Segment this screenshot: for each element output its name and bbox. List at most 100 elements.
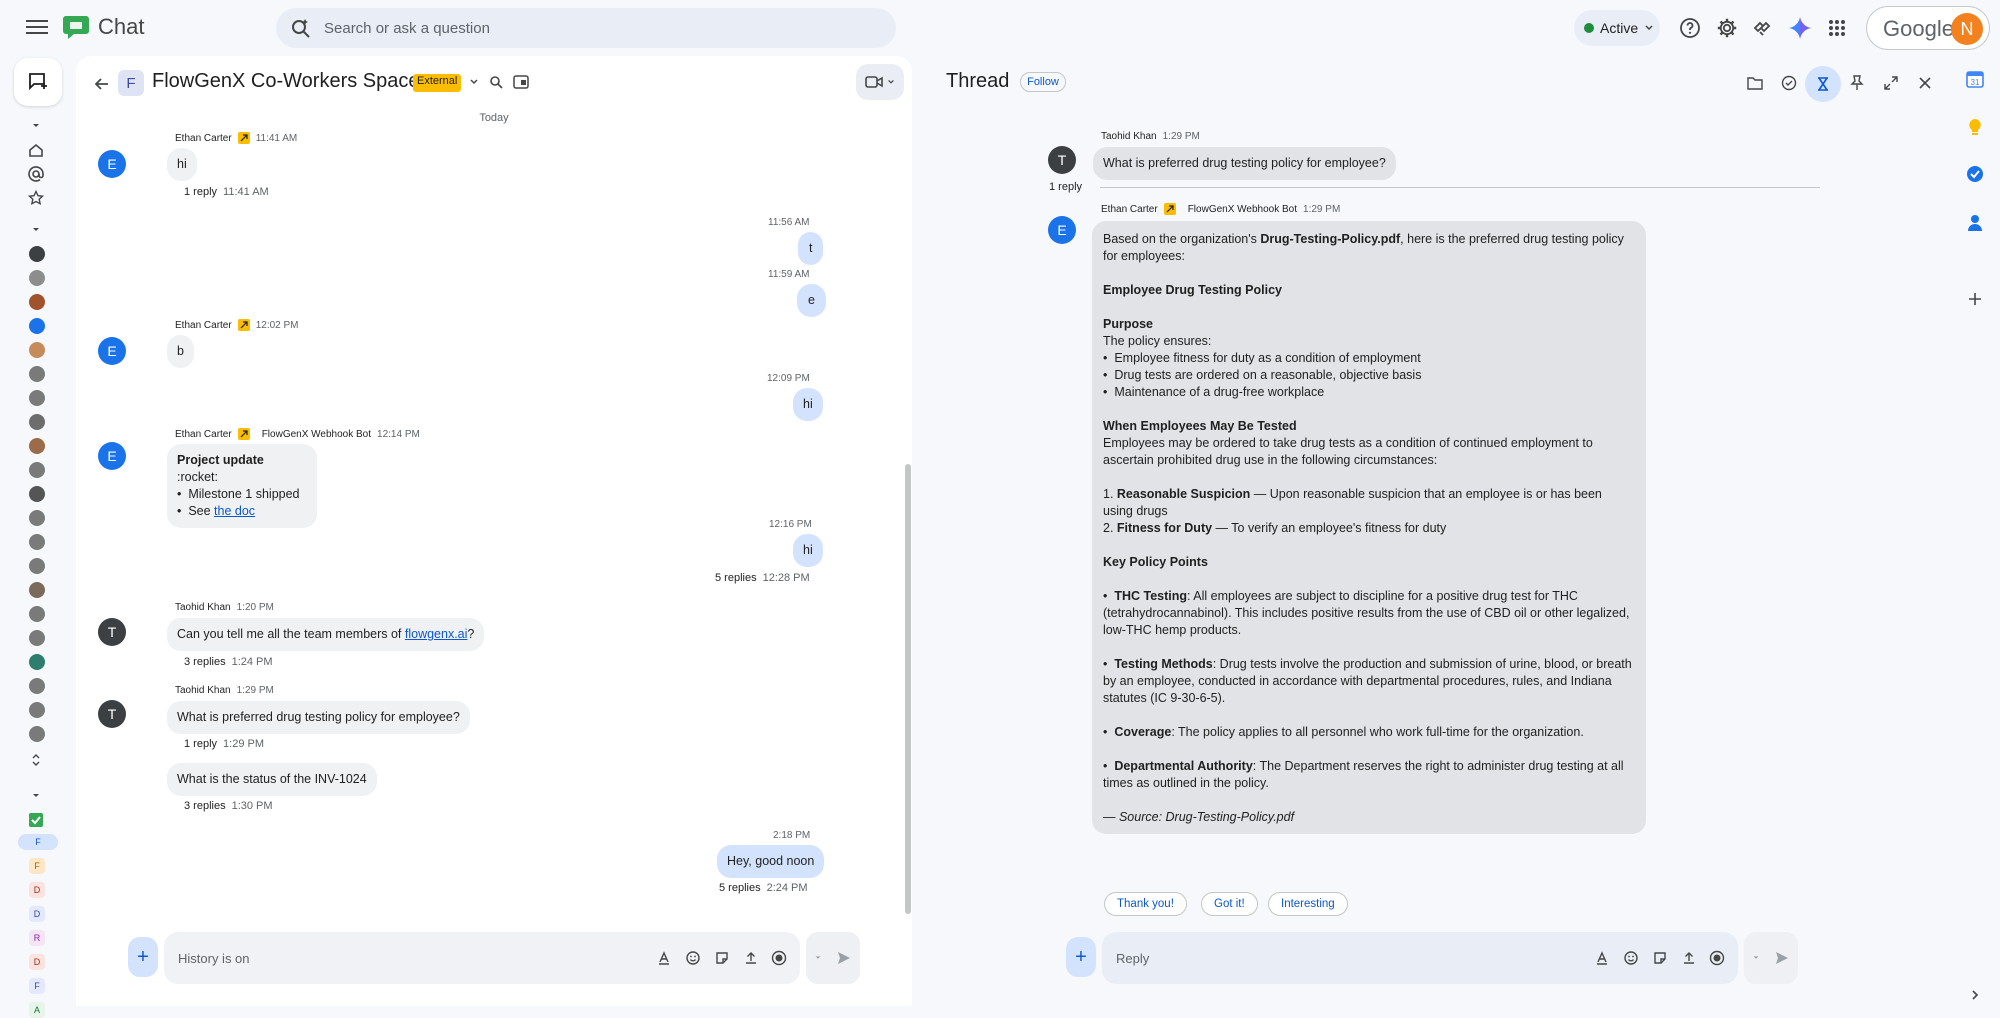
- thread-reply-input[interactable]: [1116, 932, 1516, 984]
- keep-icon[interactable]: [1964, 116, 1986, 138]
- dm-avatar[interactable]: [29, 342, 45, 358]
- mentions-icon[interactable]: [26, 164, 46, 184]
- open-thread-panel-icon[interactable]: [511, 72, 531, 92]
- smart-reply-chip[interactable]: Thank you!: [1104, 892, 1187, 916]
- search-bar[interactable]: [276, 8, 896, 48]
- dm-avatar[interactable]: [29, 366, 45, 382]
- account-button[interactable]: Google N: [1866, 6, 1990, 50]
- send-icon[interactable]: [1774, 950, 1790, 966]
- own-message-bubble[interactable]: hi: [793, 388, 823, 421]
- status-dropdown[interactable]: Active: [1574, 10, 1660, 46]
- thread-replies-link[interactable]: 1 reply 1:29 PM: [184, 738, 264, 750]
- dm-avatar[interactable]: [29, 606, 45, 622]
- message-input[interactable]: [178, 932, 578, 984]
- sender-name[interactable]: Ethan Carter: [175, 429, 232, 440]
- thread-replies-link[interactable]: 5 replies 12:28 PM: [715, 572, 810, 584]
- space-item[interactable]: D: [29, 882, 45, 898]
- own-message-bubble[interactable]: t: [798, 232, 824, 265]
- summarize-icon[interactable]: [1805, 66, 1841, 102]
- avatar[interactable]: T: [98, 700, 126, 728]
- emoji-icon[interactable]: [683, 948, 703, 968]
- home-icon[interactable]: [26, 140, 46, 160]
- space-title[interactable]: FlowGenX Co-Workers Space: [152, 70, 420, 93]
- video-call-button[interactable]: [856, 64, 904, 100]
- smart-reply-chip[interactable]: Got it!: [1201, 892, 1258, 916]
- schedule-dropdown-icon[interactable]: [1752, 954, 1760, 962]
- own-message-bubble[interactable]: e: [797, 284, 826, 317]
- apps-script-icon[interactable]: [1749, 14, 1777, 42]
- text-format-icon[interactable]: [654, 948, 674, 968]
- thread-send-button-group[interactable]: [1744, 932, 1798, 984]
- space-item[interactable]: D: [29, 906, 45, 922]
- dm-avatar[interactable]: [29, 558, 45, 574]
- policy-reply-bubble[interactable]: Based on the organization's Drug-Testing…: [1092, 221, 1646, 834]
- sender-name[interactable]: Taohid Khan: [175, 685, 231, 696]
- dm-avatar[interactable]: [29, 462, 45, 478]
- shortcuts-collapse-icon[interactable]: [26, 116, 46, 136]
- message-scrollbar[interactable]: [905, 464, 911, 914]
- website-link[interactable]: flowgenx.ai: [405, 627, 468, 641]
- dm-avatar[interactable]: [29, 270, 45, 286]
- folder-icon[interactable]: [1742, 70, 1768, 96]
- space-item[interactable]: A: [29, 1002, 45, 1018]
- gemini-icon[interactable]: [1786, 14, 1814, 42]
- sender-name[interactable]: Ethan Carter: [175, 133, 232, 144]
- dm-avatar[interactable]: [29, 414, 45, 430]
- dm-avatar[interactable]: [29, 486, 45, 502]
- avatar[interactable]: E: [1048, 216, 1076, 244]
- search-in-space-icon[interactable]: [486, 72, 506, 92]
- dm-avatar[interactable]: [29, 630, 45, 646]
- message-bubble[interactable]: Project update :rocket: • Milestone 1 sh…: [167, 444, 317, 528]
- message-bubble[interactable]: What is preferred drug testing policy fo…: [167, 701, 470, 734]
- sticker-icon[interactable]: [1650, 948, 1670, 968]
- sender-name[interactable]: Taohid Khan: [175, 602, 231, 613]
- avatar[interactable]: E: [98, 337, 126, 365]
- sender-name[interactable]: Ethan Carter: [175, 320, 232, 331]
- follow-button[interactable]: Follow: [1020, 72, 1066, 92]
- task-check-icon[interactable]: [1776, 70, 1802, 96]
- thread-replies-link[interactable]: 5 replies 2:24 PM: [719, 882, 808, 894]
- space-item[interactable]: F: [29, 978, 45, 994]
- own-message-bubble[interactable]: hi: [793, 534, 823, 567]
- search-input[interactable]: [324, 8, 884, 48]
- message-bubble[interactable]: Can you tell me all the team members of …: [167, 618, 485, 651]
- expand-more-icon[interactable]: [26, 750, 46, 770]
- dm-avatar[interactable]: [29, 246, 45, 262]
- space-item[interactable]: R: [29, 930, 45, 946]
- sticker-icon[interactable]: [712, 948, 732, 968]
- expand-icon[interactable]: [1964, 984, 1986, 1006]
- sender-name[interactable]: Taohid Khan: [1101, 131, 1157, 142]
- tasks-icon[interactable]: [1964, 163, 1986, 185]
- main-menu-icon[interactable]: [26, 16, 48, 38]
- back-arrow-icon[interactable]: [88, 70, 116, 98]
- message-bubble[interactable]: hi: [167, 148, 197, 181]
- avatar[interactable]: T: [1048, 146, 1076, 174]
- dm-avatar[interactable]: [29, 294, 45, 310]
- avatar[interactable]: E: [98, 442, 126, 470]
- dm-avatar[interactable]: [29, 534, 45, 550]
- avatar[interactable]: T: [98, 618, 126, 646]
- thread-replies-link[interactable]: 1 reply 11:41 AM: [184, 186, 269, 198]
- record-video-icon[interactable]: [769, 948, 789, 968]
- record-video-icon[interactable]: [1707, 948, 1727, 968]
- spaces-collapse-icon[interactable]: [26, 786, 46, 806]
- help-icon[interactable]: [1676, 14, 1704, 42]
- smart-reply-chip[interactable]: Interesting: [1268, 892, 1348, 916]
- space-item[interactable]: F: [29, 858, 45, 874]
- add-attachment-button[interactable]: +: [128, 937, 158, 977]
- dm-avatar[interactable]: [29, 702, 45, 718]
- dm-collapse-icon[interactable]: [26, 220, 46, 240]
- add-icon[interactable]: [1964, 288, 1986, 310]
- thread-add-attachment-button[interactable]: +: [1066, 937, 1096, 977]
- space-item-active[interactable]: F: [18, 834, 58, 850]
- close-icon[interactable]: [1912, 70, 1938, 96]
- checkmark-space-icon[interactable]: [26, 810, 46, 830]
- pin-icon[interactable]: [1844, 70, 1870, 96]
- dm-avatar[interactable]: [29, 582, 45, 598]
- apps-grid-icon[interactable]: [1823, 14, 1851, 42]
- starred-icon[interactable]: [26, 188, 46, 208]
- schedule-dropdown-icon[interactable]: [814, 954, 822, 962]
- calendar-icon[interactable]: 31: [1964, 68, 1986, 90]
- dm-avatar[interactable]: [29, 438, 45, 454]
- message-composer[interactable]: [164, 932, 800, 984]
